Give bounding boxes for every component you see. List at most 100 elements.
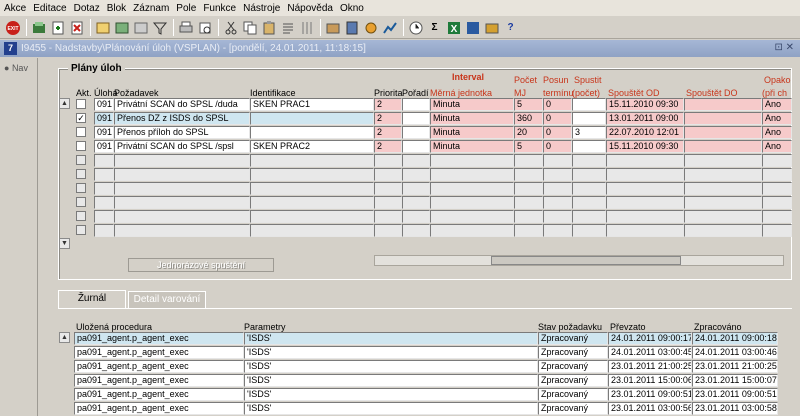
plan-cell-priorita[interactable]: 2 (374, 126, 402, 139)
plan-cell-uloha[interactable] (94, 224, 114, 237)
hscroll-thumb[interactable] (491, 256, 681, 265)
active-checkbox[interactable] (76, 183, 86, 193)
plan-cell-poradi[interactable] (402, 126, 430, 139)
plan-cell-priorita[interactable] (374, 168, 402, 181)
plan-cell-pocet[interactable] (514, 182, 543, 195)
plan-cell-priorita[interactable] (374, 224, 402, 237)
plan-cell-posun[interactable] (543, 224, 572, 237)
tab-zurnal[interactable]: Žurnál (58, 290, 126, 308)
plan-cell-do[interactable] (684, 98, 762, 111)
plan-cell-posun[interactable] (543, 154, 572, 167)
plan-cell-ident[interactable]: SKEN PRAC2 (250, 140, 374, 153)
plan-cell-pocet[interactable]: 5 (514, 140, 543, 153)
plan-cell-do[interactable] (684, 112, 762, 125)
menu-napoveda[interactable]: Nápověda (287, 3, 333, 14)
journal-cell-stav[interactable]: Zpracovaný (538, 402, 608, 415)
plan-cell-priorita[interactable]: 2 (374, 140, 402, 153)
plan-cell-do[interactable] (684, 196, 762, 209)
plan-cell-ident[interactable] (250, 168, 374, 181)
cut-icon[interactable] (222, 19, 239, 36)
active-checkbox[interactable] (76, 225, 86, 235)
menu-editace[interactable]: Editace (33, 3, 66, 14)
plan-cell-uloha[interactable] (94, 182, 114, 195)
plan-cell-od[interactable] (606, 196, 684, 209)
journal-cell-proc[interactable]: pa091_agent.p_agent_exec (74, 374, 244, 387)
plan-cell-priorita[interactable] (374, 154, 402, 167)
plan-cell-pocet[interactable]: 360 (514, 112, 543, 125)
plan-cell-opak[interactable] (762, 196, 792, 209)
plan-cell-od[interactable]: 15.11.2010 09:30 (606, 98, 684, 111)
plan-cell-posun[interactable] (543, 168, 572, 181)
plan-cell-pocet[interactable]: 5 (514, 98, 543, 111)
plan-cell-pozadavek[interactable] (114, 182, 250, 195)
plans-scroll-down[interactable]: ▼ (59, 238, 70, 249)
journal-cell-proc[interactable]: pa091_agent.p_agent_exec (74, 360, 244, 373)
plans-hscroll[interactable] (374, 255, 784, 266)
plan-cell-poradi[interactable] (402, 98, 430, 111)
plan-cell-od[interactable] (606, 210, 684, 223)
print-icon[interactable] (177, 19, 194, 36)
tools-icon[interactable] (362, 19, 379, 36)
journal-cell-params[interactable]: 'ISDS' (244, 388, 538, 401)
plan-cell-opak[interactable] (762, 154, 792, 167)
plan-cell-od[interactable] (606, 224, 684, 237)
journal-cell-prevzato[interactable]: 23.01.2011 21:00:25 (608, 360, 692, 373)
plan-cell-pozadavek[interactable]: Privátní SCAN do SPSL /duda (114, 98, 250, 111)
plan-cell-priorita[interactable] (374, 196, 402, 209)
plan-cell-od[interactable] (606, 182, 684, 195)
plan-cell-jednotka[interactable]: Minuta (430, 140, 514, 153)
window-controls[interactable]: ⊡ ✕ (774, 42, 794, 53)
journal-scroll-up[interactable]: ▲ (59, 332, 70, 343)
plan-cell-uloha[interactable]: 091 (94, 140, 114, 153)
plan-cell-jednotka[interactable]: Minuta (430, 98, 514, 111)
plan-cell-jednotka[interactable] (430, 182, 514, 195)
plan-cell-opak[interactable] (762, 210, 792, 223)
plan-cell-pocet[interactable] (514, 196, 543, 209)
plan-cell-pozadavek[interactable]: Přenos DZ z ISDS do SPSL (114, 112, 250, 125)
plan-cell-pocet[interactable] (514, 154, 543, 167)
journal-cell-stav[interactable]: Zpracovaný (538, 360, 608, 373)
plan-cell-do[interactable] (684, 140, 762, 153)
plan-cell-poradi[interactable] (402, 112, 430, 125)
plan-cell-spustit[interactable] (572, 168, 606, 181)
active-checkbox[interactable] (76, 127, 86, 137)
plan-cell-ident[interactable] (250, 196, 374, 209)
plan-cell-opak[interactable]: Ano (762, 98, 792, 111)
journal-cell-zprac[interactable]: 23.01.2011 03:00:58 (692, 402, 778, 415)
journal-cell-proc[interactable]: pa091_agent.p_agent_exec (74, 332, 244, 345)
journal-cell-prevzato[interactable]: 24.01.2011 03:00:45 (608, 346, 692, 359)
plan-cell-poradi[interactable] (402, 168, 430, 181)
active-checkbox[interactable] (76, 155, 86, 165)
plan-cell-spustit[interactable] (572, 154, 606, 167)
active-checkbox[interactable] (76, 211, 86, 221)
plan-cell-jednotka[interactable] (430, 168, 514, 181)
plan-cell-pozadavek[interactable] (114, 210, 250, 223)
plan-cell-opak[interactable]: Ano (762, 126, 792, 139)
journal-cell-params[interactable]: 'ISDS' (244, 360, 538, 373)
plan-cell-poradi[interactable] (402, 140, 430, 153)
plan-cell-priorita[interactable]: 2 (374, 112, 402, 125)
plan-cell-poradi[interactable] (402, 182, 430, 195)
journal-cell-stav[interactable]: Zpracovaný (538, 374, 608, 387)
plan-cell-pozadavek[interactable] (114, 154, 250, 167)
plan-cell-jednotka[interactable] (430, 154, 514, 167)
run-once-button[interactable]: Jednorázové spuštění (128, 258, 274, 272)
plan-cell-do[interactable] (684, 154, 762, 167)
plan-cell-ident[interactable] (250, 112, 374, 125)
plan-cell-uloha[interactable]: 091 (94, 126, 114, 139)
word-icon[interactable] (464, 19, 481, 36)
plan-cell-jednotka[interactable] (430, 210, 514, 223)
plan-cell-posun[interactable] (543, 196, 572, 209)
plan-cell-jednotka[interactable] (430, 224, 514, 237)
plan-cell-priorita[interactable]: 2 (374, 98, 402, 111)
menu-zaznam[interactable]: Záznam (133, 3, 169, 14)
plan-cell-posun[interactable]: 0 (543, 112, 572, 125)
plan-cell-poradi[interactable] (402, 196, 430, 209)
plan-cell-poradi[interactable] (402, 154, 430, 167)
edit-icon[interactable] (279, 19, 296, 36)
plan-cell-spustit[interactable] (572, 112, 606, 125)
plan-cell-poradi[interactable] (402, 224, 430, 237)
delete-icon[interactable] (68, 19, 85, 36)
menu-blok[interactable]: Blok (107, 3, 126, 14)
journal-cell-zprac[interactable]: 23.01.2011 21:00:25 (692, 360, 778, 373)
